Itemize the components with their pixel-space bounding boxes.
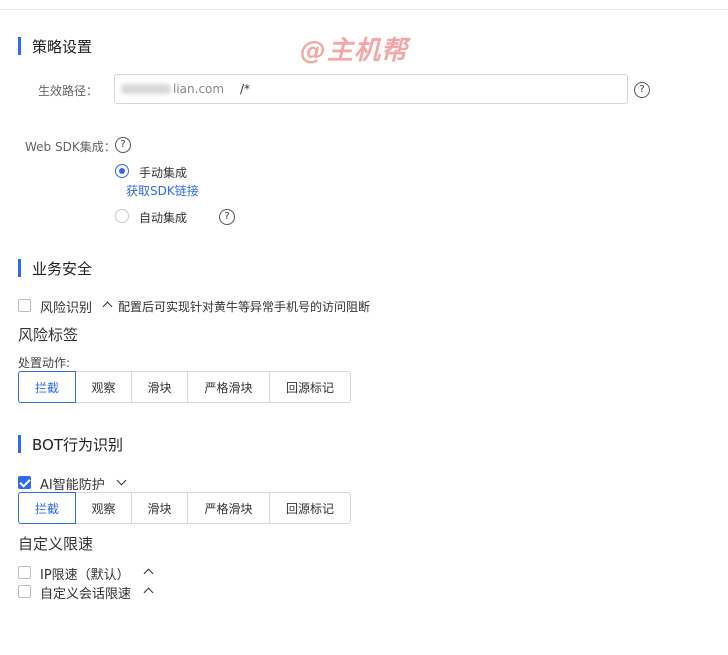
chevron-up-icon[interactable] xyxy=(102,301,113,312)
radio-auto[interactable] xyxy=(115,209,129,223)
bot-action-segment: 拦截 观察 滑块 严格滑块 回源标记 xyxy=(18,492,351,524)
action-strict-slider[interactable]: 严格滑块 xyxy=(187,492,270,524)
watermark: @主机帮 xyxy=(300,36,409,66)
ai-checkbox[interactable] xyxy=(18,476,31,489)
path-domain-prefix: lian.com xyxy=(115,75,230,103)
section-title-text: 业务安全 xyxy=(32,259,93,278)
section-bot-title: BOT行为识别 xyxy=(18,433,123,455)
section-strategy-title: 策略设置 xyxy=(18,35,92,57)
question-circle-icon[interactable]: ? xyxy=(219,209,235,225)
risk-checkbox[interactable] xyxy=(18,299,31,312)
section-accent-bar xyxy=(18,37,21,55)
chevron-up-icon[interactable] xyxy=(143,587,154,598)
ip-rate-checkbox[interactable] xyxy=(18,566,31,579)
radio-manual-label[interactable]: 手动集成 xyxy=(139,164,187,181)
path-domain-tail: lian.com xyxy=(173,82,225,96)
section-accent-bar xyxy=(18,259,21,277)
radio-manual[interactable] xyxy=(115,164,129,178)
rate-limit-title: 自定义限速 xyxy=(18,535,94,553)
section-accent-bar xyxy=(18,435,21,453)
path-input[interactable]: lian.com /* xyxy=(114,74,628,104)
action-slider[interactable]: 滑块 xyxy=(131,371,188,403)
action-block[interactable]: 拦截 xyxy=(18,371,76,403)
action-label: 处置动作: xyxy=(18,356,71,370)
action-observe[interactable]: 观察 xyxy=(75,492,132,524)
path-value[interactable]: /* xyxy=(240,82,250,96)
section-business-title: 业务安全 xyxy=(18,257,92,279)
section-title-text: BOT行为识别 xyxy=(32,435,123,454)
action-strict-slider[interactable]: 严格滑块 xyxy=(187,371,270,403)
path-label: 生效路径： xyxy=(38,84,99,98)
top-divider xyxy=(0,9,728,10)
action-block[interactable]: 拦截 xyxy=(18,492,76,524)
question-circle-icon[interactable]: ? xyxy=(634,82,650,98)
business-action-segment: 拦截 观察 滑块 严格滑块 回源标记 xyxy=(18,371,351,403)
redacted-domain xyxy=(121,84,171,94)
risk-hint: 配置后可实现针对黄牛等异常手机号的访问阻断 xyxy=(118,300,371,314)
action-origin-mark[interactable]: 回源标记 xyxy=(269,371,351,403)
action-observe[interactable]: 观察 xyxy=(75,371,132,403)
chevron-down-icon[interactable] xyxy=(116,475,127,486)
question-circle-icon[interactable]: ? xyxy=(115,137,131,153)
section-title-text: 策略设置 xyxy=(32,37,93,56)
radio-auto-label[interactable]: 自动集成 xyxy=(139,209,187,226)
session-rate-label[interactable]: 自定义会话限速 xyxy=(40,583,131,602)
sdk-label: Web SDK集成： xyxy=(25,140,116,154)
risk-tag-title: 风险标签 xyxy=(18,326,79,344)
action-origin-mark[interactable]: 回源标记 xyxy=(269,492,351,524)
action-slider[interactable]: 滑块 xyxy=(131,492,188,524)
risk-label[interactable]: 风险识别 xyxy=(40,297,92,316)
ai-label[interactable]: AI智能防护 xyxy=(40,474,105,493)
chevron-up-icon[interactable] xyxy=(143,568,154,579)
session-rate-checkbox[interactable] xyxy=(18,585,31,598)
ip-rate-label[interactable]: IP限速（默认） xyxy=(40,564,130,583)
get-sdk-link[interactable]: 获取SDK链接 xyxy=(126,182,199,199)
